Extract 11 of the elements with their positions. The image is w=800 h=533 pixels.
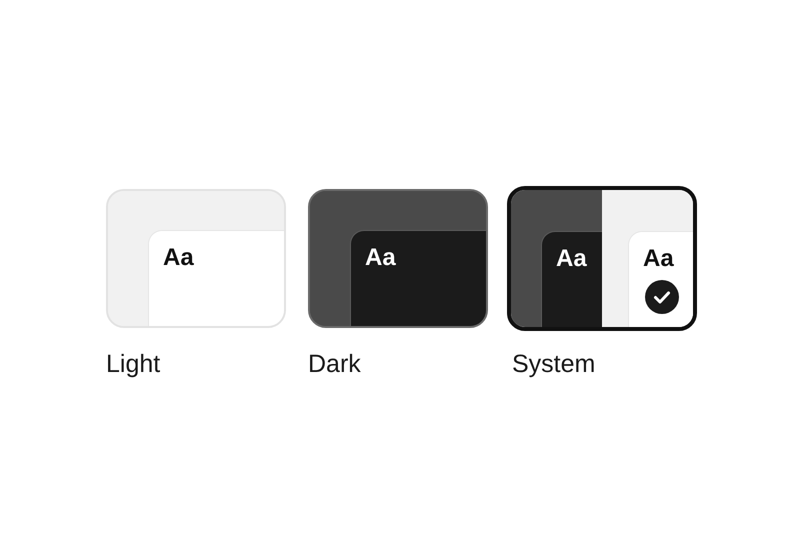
- sample-text: Aa: [556, 244, 587, 274]
- checkmark-icon: [645, 280, 679, 314]
- option-label: System: [512, 349, 596, 379]
- theme-option[interactable]: Aa Aa: [507, 186, 697, 331]
- sample-text: Aa: [365, 243, 396, 273]
- theme-option[interactable]: Aa: [106, 189, 286, 328]
- theme-option[interactable]: Aa: [308, 189, 488, 328]
- sample-text: Aa: [163, 243, 194, 273]
- option-label: Dark: [308, 349, 362, 379]
- option-label: Light: [106, 349, 162, 379]
- sample-text: Aa: [643, 244, 674, 274]
